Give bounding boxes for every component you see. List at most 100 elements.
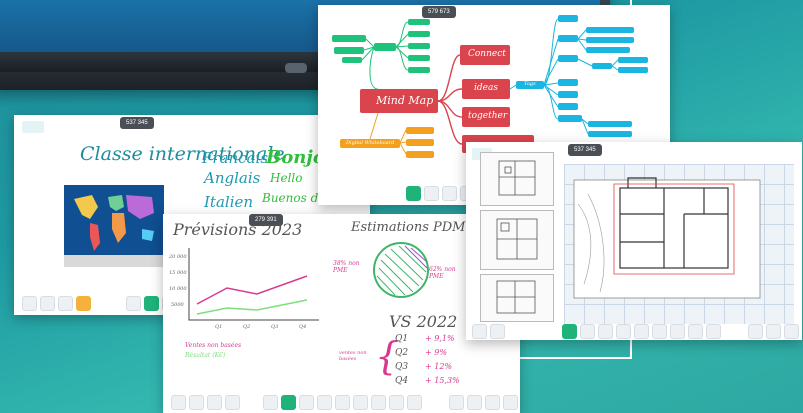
mindmap-cyan-node[interactable]	[558, 79, 578, 86]
pen-tool-button[interactable]	[562, 324, 577, 339]
mindmap-cyan-node[interactable]	[618, 57, 648, 63]
plan-canvas[interactable]	[564, 164, 794, 324]
toolbar-button[interactable]	[766, 324, 781, 339]
x-tick: Q3	[271, 324, 279, 330]
toolbar-button[interactable]	[189, 395, 204, 410]
tags-label: Tags	[524, 81, 536, 87]
growth-value: + 9,1%	[425, 334, 455, 343]
toolbar-button[interactable]	[652, 324, 667, 339]
toolbar-button[interactable]	[670, 324, 685, 339]
toolbar-button[interactable]	[126, 296, 141, 311]
mindmap-cyan-node[interactable]	[586, 37, 634, 43]
mindmap-orange-node[interactable]	[406, 139, 434, 146]
left-node-label: Digital Whiteboard	[346, 140, 395, 146]
toolbar-button[interactable]	[472, 324, 487, 339]
mindmap-green-node[interactable]	[408, 19, 430, 25]
word-hello: Hello	[270, 171, 303, 185]
mindmap-orange-node[interactable]	[406, 127, 434, 134]
toolbar-button[interactable]	[490, 324, 505, 339]
floor-plan-drawing	[573, 177, 761, 299]
y-tick: 5000	[171, 302, 184, 308]
mindmap-cyan-node[interactable]	[618, 67, 648, 73]
y-tick: 20 000	[169, 254, 187, 260]
mindmap-green-node[interactable]	[408, 67, 430, 73]
toolbar-button[interactable]	[449, 395, 464, 410]
mindmap-cyan-node[interactable]	[558, 15, 578, 22]
toolbar-button[interactable]	[748, 324, 763, 339]
x-tick: Q2	[243, 324, 251, 330]
mindmap-green-node[interactable]	[408, 55, 430, 61]
quarter-label: Q2	[395, 348, 409, 358]
side-label: ventes non basées	[339, 350, 367, 362]
toolbar-button[interactable]	[503, 395, 518, 410]
left-toolbar	[472, 324, 505, 339]
plan-thumbnail[interactable]	[480, 210, 554, 270]
toolbar-button[interactable]	[371, 395, 386, 410]
toolbar-button[interactable]	[634, 324, 649, 339]
toolbar-button[interactable]	[299, 395, 314, 410]
toolbar-button[interactable]	[407, 395, 422, 410]
toolbar-button[interactable]	[58, 296, 73, 311]
mindmap-cyan-node[interactable]	[588, 121, 632, 127]
toolbar-button[interactable]	[616, 324, 631, 339]
blueprint-icon	[496, 218, 538, 260]
mindmap-green-node[interactable]	[342, 57, 362, 63]
toolbar-button[interactable]	[40, 296, 55, 311]
center-toolbar	[263, 395, 422, 410]
mindmap-cyan-node[interactable]	[586, 47, 630, 53]
toolbar-button[interactable]	[598, 324, 613, 339]
toolbar-button[interactable]	[76, 296, 91, 311]
mindmap-cyan-node[interactable]	[558, 35, 578, 42]
resolution-badge: 537 345	[120, 117, 154, 129]
pen-tool-button[interactable]	[281, 395, 296, 410]
legend-1: Ventes non basées	[185, 342, 242, 349]
blueprint-icon	[496, 280, 536, 314]
blueprint-icon	[498, 160, 536, 196]
mindmap-cyan-node[interactable]	[558, 115, 582, 122]
pen-tool-button[interactable]	[406, 186, 421, 201]
toolbar-button[interactable]	[22, 296, 37, 311]
mindmap-green-node[interactable]	[332, 35, 366, 42]
toolbar-button[interactable]	[335, 395, 350, 410]
toolbar-button[interactable]	[263, 395, 278, 410]
device-button	[285, 63, 307, 73]
mindmap-cyan-node[interactable]	[558, 55, 578, 62]
whiteboard-floorplan-card[interactable]: 537 345	[466, 142, 802, 340]
pie-right-label: 62% non PME	[429, 266, 456, 280]
mindmap-cyan-node[interactable]	[592, 63, 612, 69]
toolbar-button[interactable]	[485, 395, 500, 410]
toolbar-button[interactable]	[424, 186, 439, 201]
vs-2022-label: VS 2022	[389, 312, 458, 331]
mindmap-orange-node[interactable]	[406, 151, 434, 158]
toolbar-button[interactable]	[580, 324, 595, 339]
toolbar-button[interactable]	[225, 395, 240, 410]
mindmap-green-node[interactable]	[408, 31, 430, 37]
toolbar-button[interactable]	[317, 395, 332, 410]
mindmap-green-node[interactable]	[334, 47, 364, 54]
toolbar-button[interactable]	[467, 395, 482, 410]
previsions-title: Prévisions 2023	[173, 220, 303, 239]
pen-tool-button[interactable]	[144, 296, 159, 311]
toolbar-button[interactable]	[389, 395, 404, 410]
toolbar-button[interactable]	[784, 324, 799, 339]
mindmap-cyan-node[interactable]	[558, 103, 578, 110]
growth-value: + 9%	[425, 348, 447, 357]
mindmap-cyan-node[interactable]	[588, 131, 632, 137]
plan-thumbnail[interactable]	[480, 152, 554, 206]
toolbar-button[interactable]	[688, 324, 703, 339]
plan-thumbnail[interactable]	[480, 274, 554, 322]
center-toolbar	[562, 324, 721, 339]
mindmap-cyan-node[interactable]	[586, 27, 634, 33]
resolution-badge: 537 345	[568, 144, 602, 156]
line-chart	[188, 248, 319, 321]
toolbar-button[interactable]	[171, 395, 186, 410]
branch-label: ideas	[474, 83, 498, 93]
left-toolbar	[171, 395, 240, 410]
toolbar-button[interactable]	[706, 324, 721, 339]
mindmap-green-node[interactable]	[374, 43, 396, 51]
mindmap-cyan-node[interactable]	[558, 91, 578, 98]
mindmap-green-node[interactable]	[408, 43, 430, 49]
toolbar-button[interactable]	[442, 186, 457, 201]
toolbar-button[interactable]	[353, 395, 368, 410]
toolbar-button[interactable]	[207, 395, 222, 410]
